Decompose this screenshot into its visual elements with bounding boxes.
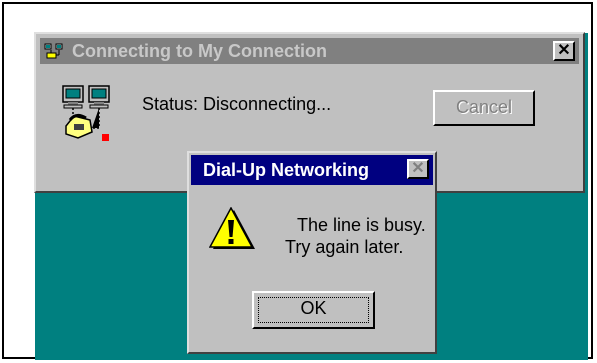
- dialup-network-icon: [62, 85, 110, 141]
- connection-status: Status: Disconnecting...: [142, 94, 332, 114]
- dialog-titlebar[interactable]: Dial-Up Networking ✕: [191, 155, 433, 185]
- connecting-window-title: Connecting to My Connection: [72, 41, 327, 61]
- connecting-window-titlebar[interactable]: Connecting to My Connection ✕: [40, 38, 579, 64]
- connecting-window-close-button[interactable]: ✕: [553, 41, 575, 61]
- focus-rectangle: [258, 297, 369, 323]
- ok-button[interactable]: OK: [252, 291, 375, 329]
- warning-icon: [209, 207, 255, 249]
- close-icon: ✕: [557, 42, 571, 59]
- dialup-network-icon: [44, 43, 63, 59]
- cancel-button[interactable]: Cancel: [433, 90, 535, 126]
- dialog-title: Dial-Up Networking: [203, 160, 370, 180]
- dialog-message-line-1: The line is busy.: [297, 215, 426, 235]
- close-icon: ✕: [411, 160, 425, 177]
- dialog-message-line-2: Try again later.: [285, 237, 404, 257]
- dialog-close-button[interactable]: ✕: [407, 159, 429, 179]
- dialup-networking-dialog: Dial-Up Networking ✕ The line is busy. T…: [187, 151, 437, 354]
